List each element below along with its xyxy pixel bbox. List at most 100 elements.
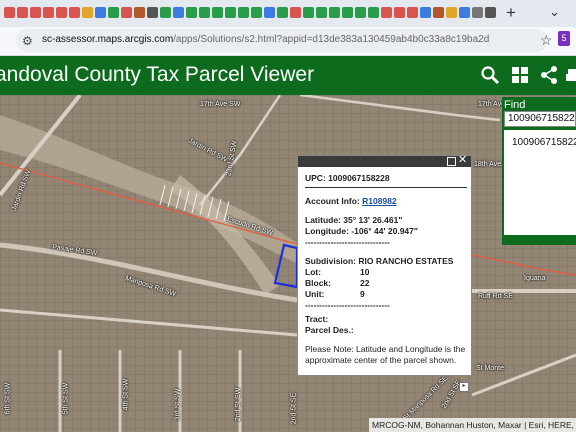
tab-favicon[interactable] bbox=[420, 7, 431, 18]
tab-favicon[interactable] bbox=[446, 7, 457, 18]
tab-favicon[interactable] bbox=[199, 7, 210, 18]
tab-favicon[interactable] bbox=[303, 7, 314, 18]
maximize-icon[interactable] bbox=[447, 157, 456, 166]
block-label: Block: bbox=[305, 278, 331, 288]
satellite-imagery bbox=[0, 95, 576, 432]
road-label: 17th Ave SW bbox=[200, 101, 241, 108]
tab-favicon[interactable] bbox=[433, 7, 444, 18]
subdivision-label: Subdivision: bbox=[305, 256, 356, 266]
star-icon[interactable]: ☆ bbox=[540, 32, 553, 49]
tab-favicon[interactable] bbox=[69, 7, 80, 18]
unit-value: 9 bbox=[360, 289, 365, 299]
tab-favicon[interactable] bbox=[212, 7, 223, 18]
tab-favicon[interactable] bbox=[394, 7, 405, 18]
url-host: sc-assessor.maps.arcgis.com bbox=[42, 34, 174, 45]
road-label: 2nd St SE bbox=[290, 392, 298, 425]
road-label: 2nd St SW bbox=[235, 387, 243, 422]
tab-favicon[interactable] bbox=[459, 7, 470, 18]
tab-favicon[interactable] bbox=[108, 7, 119, 18]
address-bar[interactable]: ⚙ sc-assessor.maps.arcgis.com/apps/Solut… bbox=[16, 29, 553, 52]
account-label: Account Info: bbox=[305, 196, 360, 206]
tab-favicon[interactable] bbox=[238, 7, 249, 18]
tab-favicon[interactable] bbox=[407, 7, 418, 18]
app-header: andoval County Tax Parcel Viewer bbox=[0, 56, 576, 95]
tab-favicon[interactable] bbox=[355, 7, 366, 18]
tab-favicon[interactable] bbox=[95, 7, 106, 18]
popup-content: UPC: 1009067158228 Account Info: R108982… bbox=[305, 173, 467, 366]
account-link[interactable]: R108982 bbox=[362, 196, 397, 206]
find-panel: Find 1009067158228 1009067158228 bbox=[502, 97, 576, 245]
tune-icon[interactable]: ⚙ bbox=[22, 34, 33, 48]
tab-favicon[interactable] bbox=[472, 7, 483, 18]
search-icon[interactable] bbox=[480, 65, 500, 85]
tab-favicon[interactable] bbox=[186, 7, 197, 18]
tract-label: Tract: bbox=[305, 314, 329, 324]
tab-favicon[interactable] bbox=[121, 7, 132, 18]
road-label: 6th St SW bbox=[4, 382, 12, 415]
tab-favicon[interactable] bbox=[56, 7, 67, 18]
divider bbox=[305, 187, 467, 188]
unit-label: Unit: bbox=[305, 289, 325, 299]
tab-favicon[interactable] bbox=[82, 7, 93, 18]
road-label: 5th St SW bbox=[62, 382, 70, 415]
road-label: Iguana bbox=[524, 275, 546, 282]
separator-text: ------------------------------ bbox=[305, 237, 390, 247]
tab-favicon[interactable] bbox=[316, 7, 327, 18]
block-value: 22 bbox=[360, 278, 370, 288]
map-attribution: MRCOG-NM, Bohannan Huston, Maxar | Esri,… bbox=[369, 418, 576, 432]
road-label: 4th St SW bbox=[122, 378, 130, 411]
print-icon[interactable] bbox=[566, 65, 576, 85]
find-result-item[interactable]: 1009067158228 bbox=[512, 137, 576, 148]
popup-note: Please Note: Latitude and Longitude is t… bbox=[305, 344, 466, 365]
upc-value: 1009067158228 bbox=[328, 173, 390, 183]
find-input[interactable]: 1009067158228 bbox=[504, 111, 576, 127]
lot-value: 10 bbox=[360, 267, 370, 277]
tab-favicon[interactable] bbox=[368, 7, 379, 18]
road-label: Ruff Rd SE bbox=[478, 293, 513, 300]
map-view[interactable]: 17th Ave SW 17th Ave SW Jardin Rd SW 23r… bbox=[0, 95, 576, 432]
new-tab-button[interactable]: + bbox=[502, 3, 520, 23]
share-icon[interactable] bbox=[539, 65, 559, 85]
upc-label: UPC: bbox=[305, 173, 326, 183]
tab-favicon[interactable] bbox=[277, 7, 288, 18]
extension-icon[interactable]: 5 bbox=[558, 31, 570, 46]
basemap-grid-icon[interactable] bbox=[510, 65, 530, 85]
tab-favicon[interactable] bbox=[264, 7, 275, 18]
tab-favicon[interactable] bbox=[173, 7, 184, 18]
road-label: 3rd St SW bbox=[174, 388, 182, 421]
latitude-label: Latitude: bbox=[305, 215, 341, 225]
parcel-popup: ✕ UPC: 1009067158228 Account Info: R1089… bbox=[297, 154, 472, 376]
tab-favicon[interactable] bbox=[485, 7, 496, 18]
tab-favicon[interactable] bbox=[329, 7, 340, 18]
tab-favicon[interactable] bbox=[43, 7, 54, 18]
tab-favicon[interactable] bbox=[4, 7, 15, 18]
tab-favicon[interactable] bbox=[342, 7, 353, 18]
separator-text: ------------------------------ bbox=[305, 300, 390, 310]
browser-toolbar: ⚙ sc-assessor.maps.arcgis.com/apps/Solut… bbox=[0, 27, 576, 56]
tab-favicon[interactable] bbox=[251, 7, 262, 18]
tab-favicon[interactable] bbox=[147, 7, 158, 18]
popup-pager-icon[interactable]: ▸ bbox=[459, 382, 469, 392]
road-label: St Monte bbox=[476, 365, 505, 372]
tab-favicon[interactable] bbox=[134, 7, 145, 18]
tab-favicon[interactable] bbox=[381, 7, 392, 18]
longitude-label: Longitude: bbox=[305, 226, 349, 236]
close-icon[interactable]: ✕ bbox=[458, 154, 467, 166]
tab-favicon[interactable] bbox=[290, 7, 301, 18]
tab-favicon[interactable] bbox=[30, 7, 41, 18]
lot-label: Lot: bbox=[305, 267, 322, 277]
find-results-list: 1009067158228 bbox=[504, 130, 576, 235]
subdivision-value: RIO RANCHO ESTATES bbox=[358, 256, 454, 266]
popup-titlebar: ✕ bbox=[298, 154, 471, 167]
tab-favicon[interactable] bbox=[17, 7, 28, 18]
tab-favicon[interactable] bbox=[160, 7, 171, 18]
tab-favicon[interactable] bbox=[225, 7, 236, 18]
url-text[interactable]: sc-assessor.maps.arcgis.com/apps/Solutio… bbox=[42, 34, 489, 45]
latitude-value: 35° 13' 26.461" bbox=[343, 215, 403, 225]
tab-search-button[interactable]: ⌄ bbox=[549, 4, 560, 20]
road-label: 18th Ave bbox=[474, 161, 502, 168]
tab-strip: + ⌄ bbox=[0, 0, 576, 27]
url-path: /apps/Solutions/s2.html?appid=d13de383a1… bbox=[173, 34, 490, 45]
find-label: Find bbox=[504, 99, 526, 111]
app-title: andoval County Tax Parcel Viewer bbox=[0, 63, 315, 86]
